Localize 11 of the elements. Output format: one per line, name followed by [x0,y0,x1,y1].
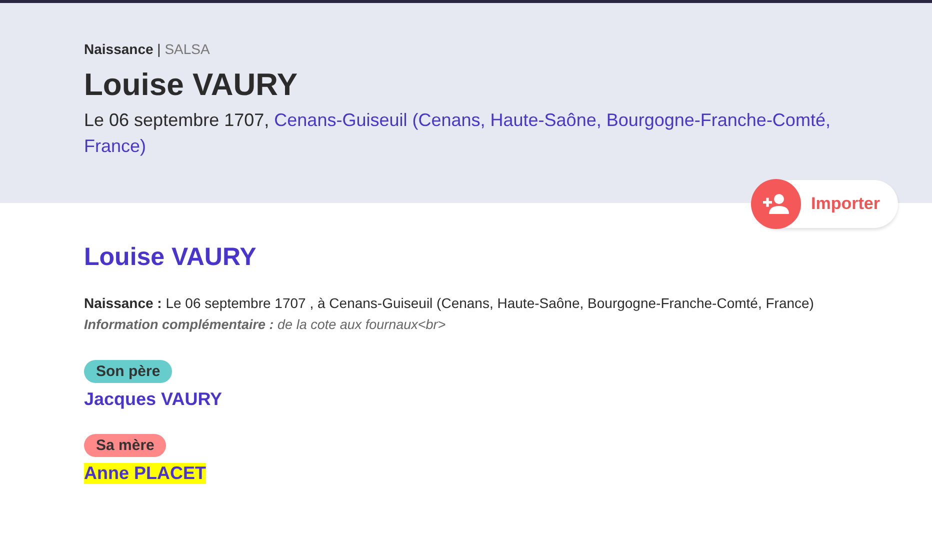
source-line: Naissance | SALSA [84,41,211,57]
parent-link[interactable]: Anne PLACET [84,463,206,484]
fact-text: Naissance : Le 06 septembre 1707 , à Cenans-Guiseuil (Cenans, Haute-Saône, Bourgogne-Franche-Comté, France) [84,294,815,313]
role-tag: Son père [84,360,172,383]
role-tag: Sa mère [84,434,166,457]
record-title: Louise VAURY [84,67,299,103]
person-name: Louise VAURY [84,243,258,272]
parent-link[interactable]: Jacques VAURY [84,389,222,410]
event-details: Le 06 septembre 1707, Cenans-Guiseuil (Cenans, Haute-Saône, Bourgogne-Franche-Comté, France) [84,109,832,158]
add-person-icon [763,194,790,214]
note-text: Information complémentaire : de la cote aux fournaux<br> [84,316,447,334]
